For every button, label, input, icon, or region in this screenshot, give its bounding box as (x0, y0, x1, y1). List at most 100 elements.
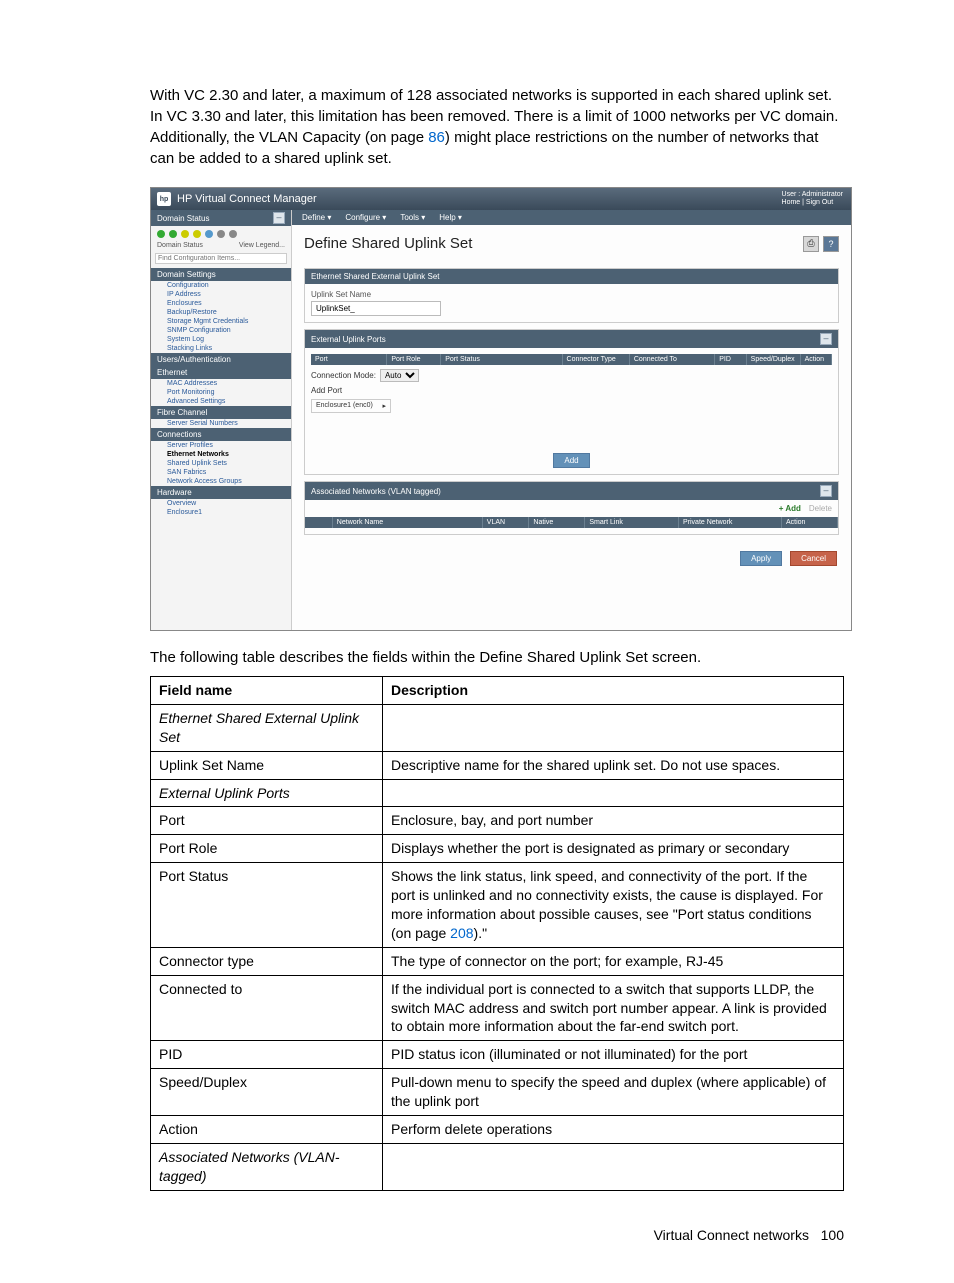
description-cell (383, 1143, 844, 1190)
sidebar-group-header[interactable]: Hardware (151, 486, 291, 499)
sidebar-group-header[interactable]: Ethernet (151, 366, 291, 379)
status-ok-icon (157, 230, 165, 238)
sidebar-item[interactable]: System Log (151, 335, 291, 344)
home-signout-links[interactable]: Home | Sign Out (782, 199, 843, 207)
field-name-cell: Associated Networks (VLAN-tagged) (151, 1143, 383, 1190)
field-name-cell: Ethernet Shared External Uplink Set (151, 704, 383, 751)
field-name-cell: Port Role (151, 835, 383, 863)
sidebar-group-header[interactable]: Fibre Channel (151, 406, 291, 419)
titlebar: hp HP Virtual Connect Manager User : Adm… (151, 188, 851, 210)
connection-mode-select[interactable]: Auto (380, 369, 419, 382)
sidebar-item[interactable]: Stacking Links (151, 344, 291, 353)
table-row: ActionPerform delete operations (151, 1116, 844, 1144)
panel1-title: Ethernet Shared External Uplink Set (311, 272, 440, 281)
description-cell: PID status icon (illuminated or not illu… (383, 1041, 844, 1069)
sidebar-item[interactable]: Shared Uplink Sets (151, 459, 291, 468)
panel-external-uplink-ports: External Uplink Ports – PortPort RolePor… (304, 329, 839, 475)
column-header: Smart Link (585, 517, 679, 528)
sidebar-item[interactable]: MAC Addresses (151, 379, 291, 388)
collapse-icon[interactable]: – (273, 212, 285, 224)
sidebar-group-header[interactable]: Users/Authentication (151, 353, 291, 366)
sidebar-item[interactable]: Server Profiles (151, 441, 291, 450)
sidebar-item[interactable]: Storage Mgmt Credentials (151, 317, 291, 326)
field-name-cell: Port (151, 807, 383, 835)
sidebar-item[interactable]: Overview (151, 499, 291, 508)
status-ok-icon (169, 230, 177, 238)
table-row: PortEnclosure, bay, and port number (151, 807, 844, 835)
menu-item[interactable]: Define ▾ (302, 213, 331, 222)
apply-button[interactable]: Apply (740, 551, 782, 566)
column-header: Port Status (441, 354, 562, 365)
intro-page-link[interactable]: 86 (428, 129, 445, 146)
column-header: Network Name (333, 517, 483, 528)
collapse-icon[interactable]: – (820, 485, 832, 497)
table-row: Connector typeThe type of connector on t… (151, 947, 844, 975)
sidebar-item[interactable]: IP Address (151, 290, 291, 299)
panel3-title: Associated Networks (VLAN tagged) (311, 487, 441, 496)
column-header: VLAN (483, 517, 530, 528)
sidebar-group-header[interactable]: Domain Settings (151, 268, 291, 281)
search-input[interactable] (155, 253, 287, 264)
th-field-name: Field name (151, 677, 383, 705)
description-cell: Displays whether the port is designated … (383, 835, 844, 863)
sidebar-item[interactable]: Enclosures (151, 299, 291, 308)
cancel-button[interactable]: Cancel (790, 551, 837, 566)
sidebar-item[interactable]: Ethernet Networks (151, 450, 291, 459)
sidebar-item[interactable]: Configuration (151, 281, 291, 290)
status-warn-icon (181, 230, 189, 238)
sidebar-group-header[interactable]: Connections (151, 428, 291, 441)
status-unknown-icon (229, 230, 237, 238)
sidebar-item[interactable]: Network Access Groups (151, 477, 291, 486)
app-title: HP Virtual Connect Manager (177, 193, 317, 205)
column-header: Port (311, 354, 387, 365)
sidebar-item[interactable]: SNMP Configuration (151, 326, 291, 335)
panel-associated-networks: Associated Networks (VLAN tagged) – + Ad… (304, 481, 839, 535)
add-port-label: Add Port (311, 386, 832, 395)
table-row: Port StatusShows the link status, link s… (151, 863, 844, 948)
menu-item[interactable]: Tools ▾ (400, 213, 425, 222)
page-ref-link[interactable]: 208 (450, 925, 473, 941)
table-row: PIDPID status icon (illuminated or not i… (151, 1041, 844, 1069)
column-header: Action (782, 517, 838, 528)
table-row: Ethernet Shared External Uplink Set (151, 704, 844, 751)
column-header (305, 517, 333, 528)
uplink-name-input[interactable] (311, 301, 441, 316)
column-header: Action (801, 354, 832, 365)
collapse-icon[interactable]: – (820, 333, 832, 345)
add-button[interactable]: Add (553, 453, 589, 468)
delete-network-button[interactable]: Delete (809, 504, 832, 513)
main-menubar: Define ▾ Configure ▾ Tools ▾ Help ▾ (292, 210, 851, 225)
sidebar-item[interactable]: Server Serial Numbers (151, 419, 291, 428)
app-screenshot: hp HP Virtual Connect Manager User : Adm… (150, 187, 852, 631)
enclosure-picker[interactable]: Enclosure1 (enc0) ▸ (311, 399, 391, 413)
hp-logo-icon: hp (157, 192, 171, 206)
menu-item[interactable]: Configure ▾ (345, 213, 386, 222)
table-intro-text: The following table describes the fields… (150, 647, 844, 668)
sidebar-item[interactable]: Backup/Restore (151, 308, 291, 317)
column-header: Speed/Duplex (747, 354, 801, 365)
view-legend-link[interactable]: View Legend... (239, 242, 285, 249)
add-network-button[interactable]: + Add (779, 504, 801, 513)
column-header: PID (715, 354, 746, 365)
field-name-cell: Connected to (151, 975, 383, 1041)
sidebar: Domain Status – Domain Status View Legen… (151, 210, 292, 630)
menu-item[interactable]: Help ▾ (439, 213, 462, 222)
sidebar-item[interactable]: Enclosure1 (151, 508, 291, 517)
enclosure-label: Enclosure1 (enc0) (316, 402, 373, 410)
panel2-title: External Uplink Ports (311, 335, 386, 344)
field-name-cell: Action (151, 1116, 383, 1144)
sidebar-item[interactable]: Port Monitoring (151, 388, 291, 397)
table-row: Associated Networks (VLAN-tagged) (151, 1143, 844, 1190)
sidebar-item[interactable]: SAN Fabrics (151, 468, 291, 477)
panel-uplink-set-name: Ethernet Shared External Uplink Set Upli… (304, 268, 839, 323)
status-info-icon (205, 230, 213, 238)
sidebar-search[interactable] (155, 253, 287, 264)
intro-paragraph: With VC 2.30 and later, a maximum of 128… (150, 85, 844, 169)
sidebar-item[interactable]: Advanced Settings (151, 397, 291, 406)
print-icon[interactable]: ⎙ (803, 236, 819, 252)
column-header: Port Role (387, 354, 441, 365)
domain-status-header: Domain Status – (151, 210, 291, 226)
description-cell: Pull-down menu to specify the speed and … (383, 1069, 844, 1116)
table-row: Uplink Set NameDescriptive name for the … (151, 751, 844, 779)
help-icon[interactable]: ? (823, 236, 839, 252)
